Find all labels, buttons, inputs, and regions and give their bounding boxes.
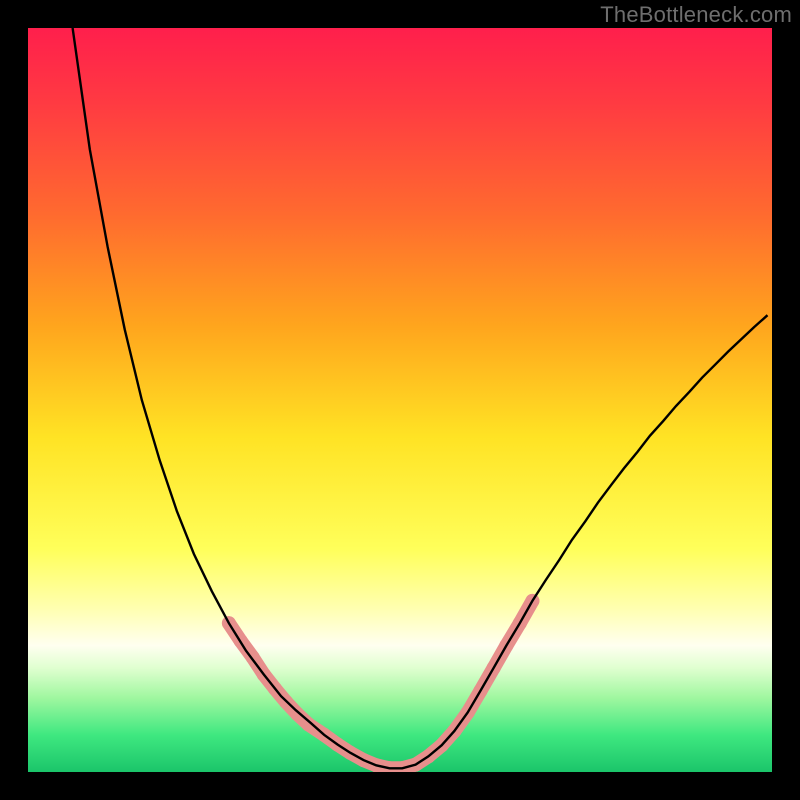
chart-frame: TheBottleneck.com (0, 0, 800, 800)
marker-dot (290, 707, 304, 721)
watermark-text: TheBottleneck.com (600, 2, 792, 28)
plot-area (28, 28, 772, 772)
bottleneck-curve (73, 28, 768, 768)
curve-layer (28, 28, 772, 772)
